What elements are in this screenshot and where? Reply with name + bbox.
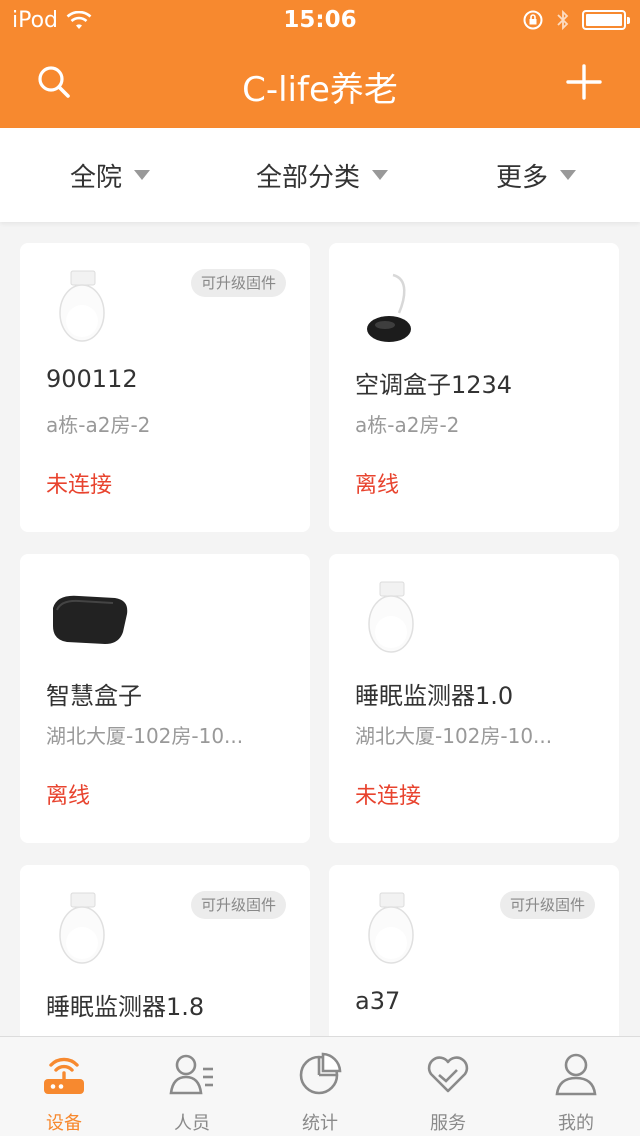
device-name: 空调盒子1234 xyxy=(355,371,513,399)
device-name: 睡眠监测器1.0 xyxy=(355,682,514,710)
device-location: 湖北大厦-102房-10... xyxy=(355,724,553,748)
filter-label: 全院 xyxy=(70,162,123,193)
device-card[interactable]: 睡眠监测器1.0 湖北大厦-102房-10... 未连接 xyxy=(329,554,619,843)
device-location: a栋-a2房-2 xyxy=(355,413,460,437)
device-card[interactable]: 可升级固件 睡眠监测器1.8 xyxy=(20,865,310,1036)
upgrade-firmware-badge[interactable]: 可升级固件 xyxy=(499,891,595,919)
device-name: a37 xyxy=(355,987,401,1015)
heart-icon xyxy=(427,1056,469,1093)
device-card[interactable]: 智慧盒子 湖北大厦-102房-10... 离线 xyxy=(20,554,310,843)
tab-devices[interactable]: 设备 xyxy=(0,1037,128,1136)
tab-label: 我的 xyxy=(558,1113,594,1134)
app-header: iPod 15:06 C-life养老 xyxy=(0,0,640,128)
filter-label: 更多 xyxy=(496,162,549,193)
tab-services[interactable]: 服务 xyxy=(384,1037,512,1136)
status-icons xyxy=(522,9,630,31)
add-icon[interactable] xyxy=(564,62,604,102)
black-box-device-image xyxy=(53,595,128,644)
device-location: a栋-a2房-2 xyxy=(46,413,151,437)
bluetooth-icon xyxy=(557,9,569,31)
device-grid: 可升级固件 900112 a栋-a2房-2 未连接 空调盒子1234 a栋-a2… xyxy=(0,222,640,1036)
tab-label: 人员 xyxy=(174,1113,210,1134)
device-name: 900112 xyxy=(46,365,138,393)
tab-me[interactable]: 我的 xyxy=(512,1037,640,1136)
router-icon xyxy=(44,1057,84,1094)
filter-hospital[interactable]: 全院 xyxy=(70,128,151,222)
white-sensor-image xyxy=(368,892,414,964)
device-card[interactable]: 空调盒子1234 a栋-a2房-2 离线 xyxy=(329,243,619,532)
black-disc-device-image xyxy=(367,273,411,342)
user-icon xyxy=(555,1053,597,1096)
device-name: 睡眠监测器1.8 xyxy=(46,993,205,1021)
device-location: 湖北大厦-102房-10... xyxy=(46,724,244,748)
caret-down-icon xyxy=(372,170,389,180)
tab-statistics[interactable]: 统计 xyxy=(256,1037,384,1136)
tab-label: 统计 xyxy=(302,1113,338,1134)
filter-label: 全部分类 xyxy=(256,162,361,193)
nav-bar: C-life养老 xyxy=(0,40,640,128)
tab-bar: 设备 人员 统计 服务 我的 xyxy=(0,1036,640,1136)
device-status: 未连接 xyxy=(355,784,422,809)
filter-bar: 全院 全部分类 更多 xyxy=(0,128,640,222)
tab-label: 设备 xyxy=(46,1113,82,1134)
device-name: 智慧盒子 xyxy=(46,682,142,710)
device-status: 离线 xyxy=(46,784,91,809)
device-status: 未连接 xyxy=(46,473,113,498)
filter-more[interactable]: 更多 xyxy=(496,128,577,222)
caret-down-icon xyxy=(560,170,577,180)
caret-down-icon xyxy=(134,170,151,180)
pie-chart-icon xyxy=(299,1052,342,1095)
device-card[interactable]: 可升级固件 a37 xyxy=(329,865,619,1036)
tab-label: 服务 xyxy=(430,1113,466,1134)
battery-icon xyxy=(582,10,630,30)
device-card[interactable]: 可升级固件 900112 a栋-a2房-2 未连接 xyxy=(20,243,310,532)
filter-category[interactable]: 全部分类 xyxy=(256,128,389,222)
device-status: 离线 xyxy=(355,473,400,498)
page-title: C-life养老 xyxy=(242,70,398,110)
white-sensor-image xyxy=(59,892,105,964)
upgrade-firmware-badge[interactable]: 可升级固件 xyxy=(190,891,286,919)
upgrade-firmware-badge[interactable]: 可升级固件 xyxy=(190,269,286,297)
tab-people[interactable]: 人员 xyxy=(128,1037,256,1136)
people-list-icon xyxy=(169,1054,213,1095)
status-bar: iPod 15:06 xyxy=(0,0,640,40)
rotation-lock-icon xyxy=(523,10,543,30)
white-sensor-image xyxy=(368,581,414,653)
white-sensor-image xyxy=(59,270,105,342)
